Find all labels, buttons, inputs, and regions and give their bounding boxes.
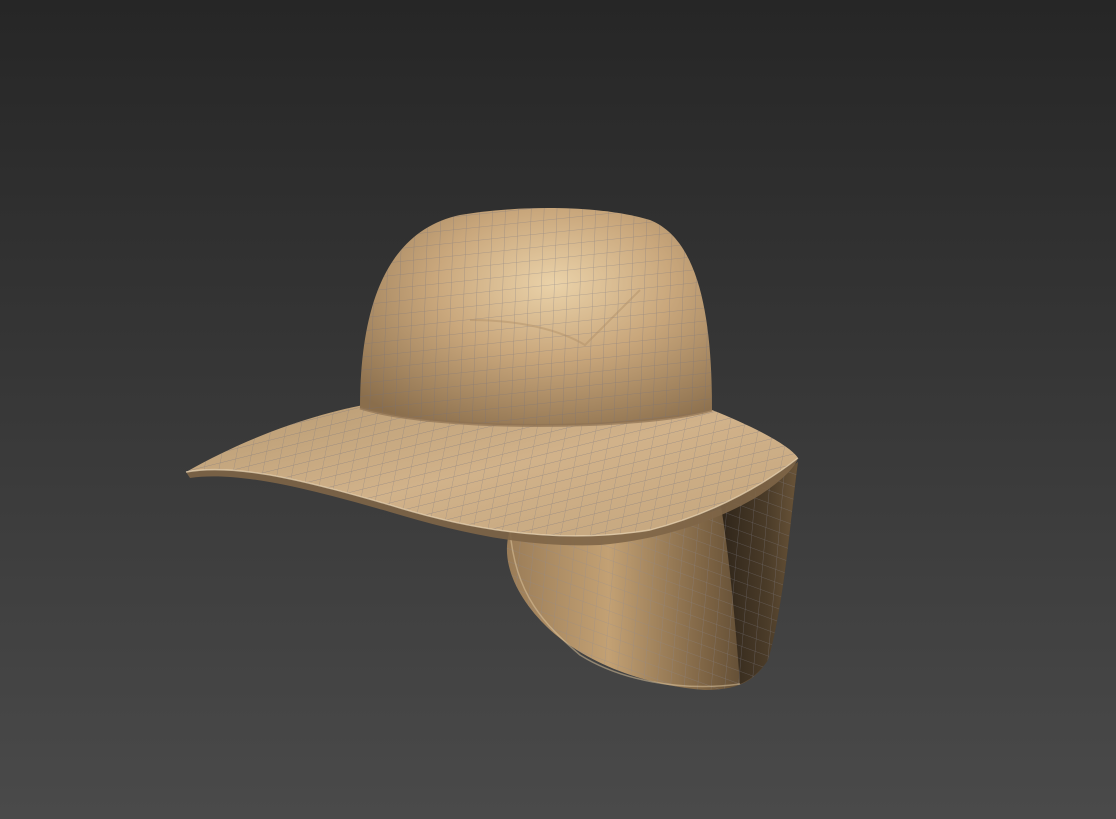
3d-viewport[interactable]: [0, 0, 1116, 819]
viewport-canvas[interactable]: [0, 0, 1116, 819]
